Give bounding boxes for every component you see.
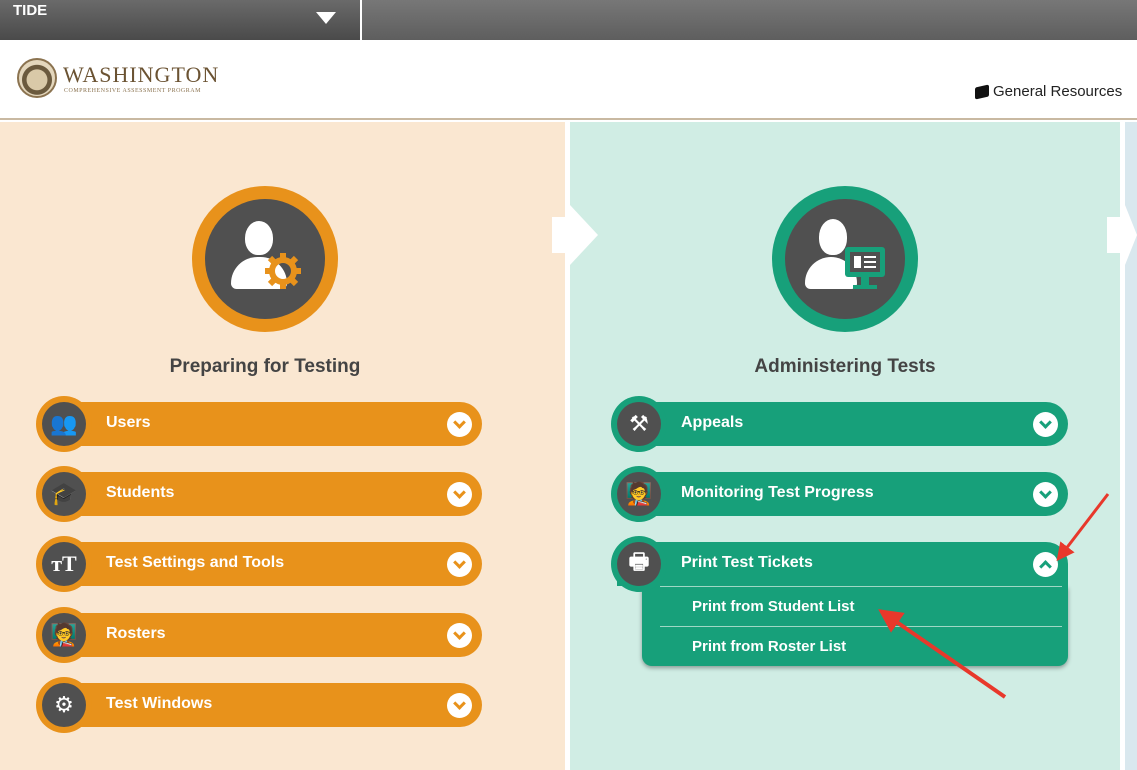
annotation-arrow-student-list: [878, 609, 1007, 699]
annotation-arrows: [878, 493, 1110, 699]
annotation-arrow-collapse: [1056, 493, 1110, 562]
